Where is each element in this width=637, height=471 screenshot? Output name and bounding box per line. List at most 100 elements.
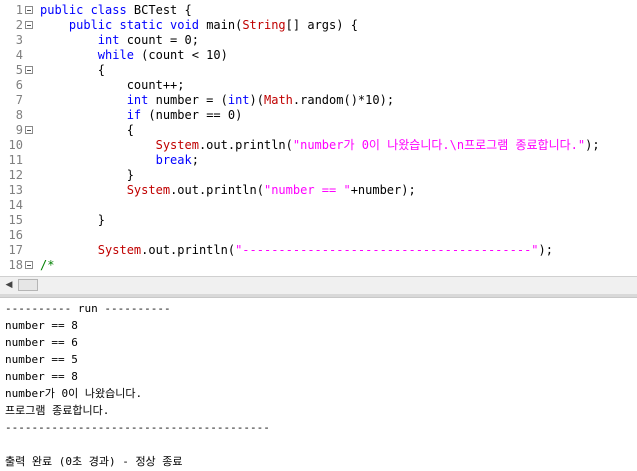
code-token: public class [40,3,134,17]
code-line[interactable]: 7 int number = (int)(Math.random()*10); [0,93,637,108]
code-token: public static void [68,18,207,32]
code-text: while (count < 10) [40,48,228,63]
code-line[interactable]: 5 { [0,63,637,78]
code-token: .out.println( [170,183,264,197]
fold-collapse-icon[interactable] [25,261,33,269]
code-line[interactable]: 10 System.out.println("number가 0이 나왔습니다.… [0,138,637,153]
code-token: System [97,243,142,257]
line-number: 11 [8,153,23,167]
line-number: 12 [8,168,23,182]
horizontal-scrollbar[interactable]: ◀ [0,276,637,294]
fold-collapse-icon[interactable] [25,6,33,14]
code-token: if [126,108,149,122]
scrollbar-thumb[interactable] [18,279,38,291]
code-token: Math [264,93,293,107]
code-text: System.out.println("number == "+number); [40,183,416,198]
code-text: int count = 0; [40,33,199,48]
line-number: 7 [15,93,23,107]
line-number: 4 [15,48,23,62]
code-text: break; [40,153,199,168]
line-number: 17 [8,243,23,257]
code-line[interactable]: 18 /* [0,258,637,273]
line-number: 18 [8,258,23,272]
code-line[interactable]: 12 } [0,168,637,183]
line-number: 1 [15,3,23,17]
code-line[interactable]: 13 System.out.println("number == "+numbe… [0,183,637,198]
code-token: BCTest { [133,3,192,17]
fold-collapse-icon[interactable] [25,21,33,29]
code-text: int number = (int)(Math.random()*10); [40,93,394,108]
code-token: .random()*10); [292,93,395,107]
code-token: } [40,213,106,227]
line-number: 13 [8,183,23,197]
code-token: ); [585,138,600,152]
output-line: number == 8 [5,370,78,383]
code-line[interactable]: 8 if (number == 0) [0,108,637,123]
code-token: +number); [350,183,416,197]
code-text: { [40,63,105,78]
code-line[interactable]: 6 count++; [0,78,637,93]
line-number: 15 [8,213,23,227]
code-token: "number == " [263,183,351,197]
code-text: count++; [40,78,185,93]
code-text: public static void main(String[] args) { [40,18,358,33]
code-line[interactable]: 2 public static void main(String[] args)… [0,18,637,33]
code-text: if (number == 0) [40,108,243,123]
code-token: .out.println( [141,243,236,257]
output-line: number == 6 [5,336,78,349]
code-text: public class BCTest { [40,3,192,18]
fold-collapse-icon[interactable] [25,66,33,74]
output-panel: ---------- run ---------- number == 8 numb… [0,298,637,471]
code-token: (count < 10) [141,48,228,62]
code-text: System.out.println("--------------------… [40,243,553,258]
code-token: count = 0; [126,33,199,47]
code-text: } [40,168,134,183]
code-line[interactable]: 14 [0,198,637,213]
code-token: int [97,33,127,47]
code-line[interactable]: 1 public class BCTest { [0,3,637,18]
code-editor[interactable]: 1 public class BCTest {2 public static vo… [0,0,637,276]
code-line[interactable]: 15 } [0,213,637,228]
code-line[interactable]: 9 { [0,123,637,138]
output-line: number == 8 [5,319,78,332]
chevron-left-icon[interactable]: ◀ [2,277,16,294]
code-token: System [126,183,171,197]
code-token: number = ( [155,93,228,107]
output-line: 프로그램 종료합니다. [5,404,110,417]
line-number: 8 [15,108,23,122]
code-token: String [242,18,286,32]
line-number: 16 [8,228,23,242]
code-line[interactable]: 16 [0,228,637,243]
code-token: "number가 0이 나왔습니다.\n프로그램 종료합니다." [292,138,586,152]
line-number: 5 [15,63,23,77]
code-line[interactable]: 4 while (count < 10) [0,48,637,63]
code-text: System.out.println("number가 0이 나왔습니다.\n프… [40,138,600,153]
code-line[interactable]: 11 break; [0,153,637,168]
code-text: } [40,213,105,228]
line-number: 6 [15,78,23,92]
code-line[interactable]: 17 System.out.println("-----------------… [0,243,637,258]
code-token: { [40,123,134,137]
code-token: .out.println( [198,138,293,152]
code-token: { [40,63,106,77]
code-text: /* [40,258,54,273]
code-token: count++; [40,78,185,92]
code-token: } [40,168,134,182]
output-line: number가 0이 나왔습니다. [5,387,143,400]
code-token: break [155,153,192,167]
code-line[interactable]: 3 int count = 0; [0,33,637,48]
fold-collapse-icon[interactable] [25,126,33,134]
code-token: )( [249,93,264,107]
line-number: 3 [15,33,23,47]
line-number: 9 [15,123,23,137]
code-token: "---------------------------------------… [235,243,539,257]
code-token: int [126,93,156,107]
code-text: { [40,123,134,138]
